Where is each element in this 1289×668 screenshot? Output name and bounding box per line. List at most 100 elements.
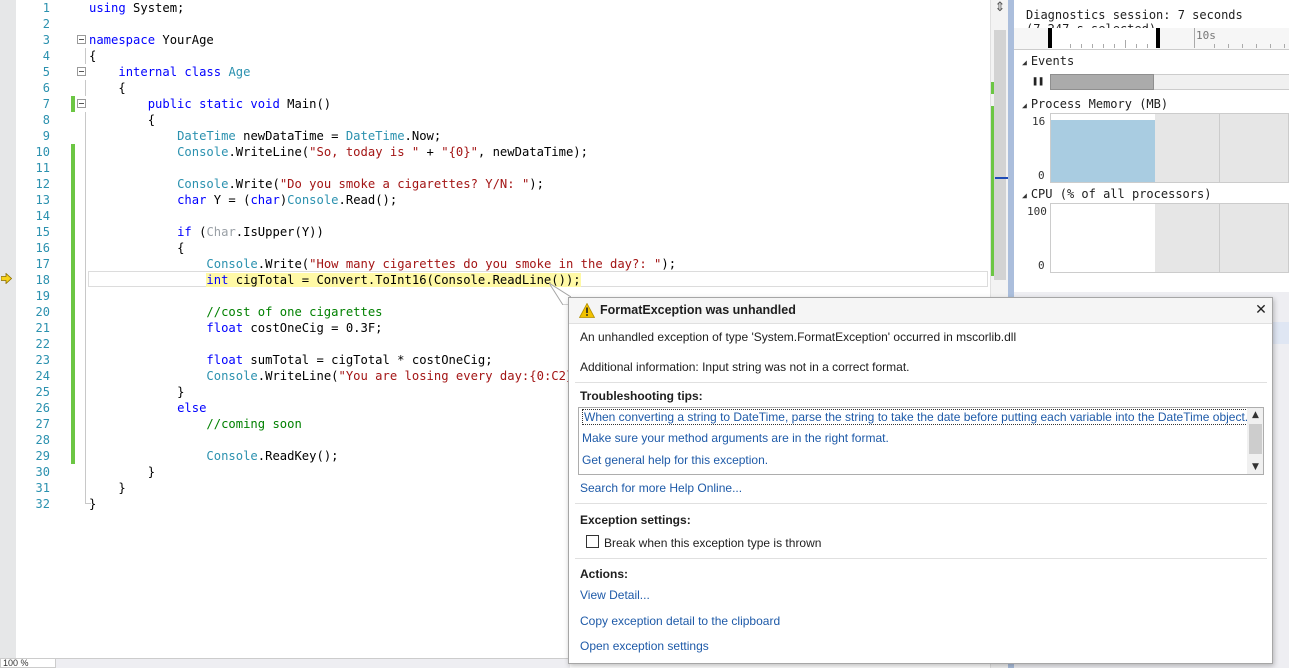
- copy-exception-detail-link[interactable]: Copy exception detail to the clipboard: [580, 614, 780, 628]
- exception-settings-heading: Exception settings:: [580, 513, 691, 527]
- cpu-section-header[interactable]: ◢ CPU (% of all processors): [1022, 187, 1211, 201]
- cpu-axis-min: 0: [1038, 259, 1045, 272]
- change-marker: [71, 240, 75, 256]
- code-line: 14: [0, 208, 990, 224]
- pause-icon[interactable]: ❚❚: [1032, 76, 1044, 87]
- line-number: 12: [35, 177, 50, 191]
- memory-axis-max: 16: [1032, 115, 1046, 128]
- collapse-icon[interactable]: [77, 99, 86, 108]
- memory-section-header[interactable]: ◢ Process Memory (MB): [1022, 97, 1168, 111]
- change-marker: [71, 400, 75, 416]
- troubleshooting-tip-link[interactable]: Get general help for this exception.: [582, 453, 768, 467]
- exception-additional-info: Additional information: Input string was…: [580, 360, 910, 374]
- tips-scroll-thumb[interactable]: [1249, 424, 1262, 454]
- code-line: 17 Console.Write("How many cigarettes do…: [0, 256, 990, 272]
- outline-guide: [85, 432, 86, 448]
- outline-guide: [85, 224, 86, 240]
- events-track-remainder: [1154, 74, 1289, 90]
- code-line: 6 {: [0, 80, 990, 96]
- cpu-label: CPU (% of all processors): [1030, 187, 1212, 201]
- line-number: 25: [35, 385, 50, 399]
- memory-usage-area: [1051, 120, 1155, 182]
- change-marker: [71, 368, 75, 384]
- troubleshooting-tip-link[interactable]: When converting a string to DateTime, pa…: [582, 409, 1251, 425]
- code-text: float sumTotal = cigTotal * costOneCig;: [206, 353, 493, 367]
- change-marker: [71, 448, 75, 464]
- outline-guide: [85, 112, 86, 128]
- timeline-tick: [1114, 44, 1115, 48]
- unselected-range: [1155, 204, 1288, 272]
- diagnostics-timeline-ruler[interactable]: 10s: [1014, 28, 1289, 50]
- timeline-tick: [1228, 44, 1229, 48]
- outline-guide: [85, 304, 86, 320]
- outline-guide: [85, 480, 86, 496]
- troubleshooting-heading: Troubleshooting tips:: [580, 389, 703, 403]
- collapse-triangle-icon: ◢: [1022, 191, 1027, 200]
- collapse-icon[interactable]: [77, 67, 86, 76]
- timeline-tick: [1214, 44, 1215, 48]
- timeline-tick: [1242, 44, 1243, 48]
- change-marker: [71, 288, 75, 304]
- scroll-up-icon[interactable]: ▲: [1247, 408, 1263, 422]
- open-exception-settings-link[interactable]: Open exception settings: [580, 639, 709, 653]
- code-line: 3 namespace YourAge: [0, 32, 990, 48]
- graph-gridline: [1219, 114, 1220, 182]
- break-when-thrown-checkbox[interactable]: [586, 535, 599, 548]
- separator: [575, 382, 1267, 383]
- code-line: 11: [0, 160, 990, 176]
- code-text: Console.Write("Do you smoke a cigarettes…: [177, 177, 544, 191]
- outline-guide: [85, 176, 86, 192]
- troubleshooting-tip-link[interactable]: Make sure your method arguments are in t…: [582, 431, 889, 445]
- cpu-axis-max: 100: [1027, 205, 1047, 218]
- change-marker: [71, 144, 75, 160]
- scroll-down-icon[interactable]: ▼: [1247, 460, 1263, 474]
- outline-guide: [85, 288, 86, 304]
- zoom-level-dropdown[interactable]: 100 %: [0, 658, 56, 668]
- line-number: 17: [35, 257, 50, 271]
- code-text: using System;: [89, 1, 185, 15]
- collapse-icon[interactable]: [77, 35, 86, 44]
- code-text: }: [118, 481, 126, 495]
- change-marker: [71, 432, 75, 448]
- timeline-tick: [1103, 44, 1104, 48]
- search-help-online-link[interactable]: Search for more Help Online...: [580, 481, 742, 495]
- collapse-triangle-icon: ◢: [1022, 101, 1027, 110]
- outline-guide: [85, 320, 86, 336]
- line-number: 8: [42, 113, 50, 127]
- code-line: 5 internal class Age: [0, 64, 990, 80]
- timeline-selection-end-handle[interactable]: [1156, 28, 1160, 48]
- code-line: 4 {: [0, 48, 990, 64]
- view-detail-link[interactable]: View Detail...: [580, 588, 650, 602]
- line-number: 15: [35, 225, 50, 239]
- code-line: 7 public static void Main(): [0, 96, 990, 112]
- code-line: 15 if (Char.IsUpper(Y)): [0, 224, 990, 240]
- scrollbar-thumb[interactable]: [994, 30, 1006, 280]
- code-line: 2: [0, 16, 990, 32]
- line-number: 32: [35, 497, 50, 511]
- split-window-icon[interactable]: ⇕: [993, 1, 1007, 15]
- memory-graph[interactable]: [1050, 113, 1289, 183]
- tips-scrollbar[interactable]: ▲ ▼: [1247, 408, 1263, 474]
- code-text: }: [147, 465, 156, 479]
- timeline-selection-start-handle[interactable]: [1048, 28, 1052, 48]
- code-line: 12 Console.Write("Do you smoke a cigaret…: [0, 176, 990, 192]
- outline-guide: [85, 384, 86, 400]
- change-marker: [71, 176, 75, 192]
- events-track[interactable]: [1050, 74, 1154, 90]
- actions-heading: Actions:: [580, 567, 628, 581]
- line-number: 2: [42, 17, 50, 31]
- code-line: 16 {: [0, 240, 990, 256]
- code-line: 1 using System;: [0, 0, 990, 16]
- events-section-header[interactable]: ◢ Events: [1022, 54, 1074, 68]
- cpu-graph[interactable]: [1050, 203, 1289, 273]
- change-marker: [71, 272, 75, 288]
- outline-guide: [85, 448, 86, 464]
- timeline-selection[interactable]: [1050, 28, 1158, 49]
- outline-guide: [85, 368, 86, 384]
- troubleshooting-tips-list: When converting a string to DateTime, pa…: [578, 407, 1264, 475]
- outline-guide: [85, 416, 86, 432]
- break-when-thrown-label[interactable]: Break when this exception type is thrown: [604, 536, 821, 550]
- close-icon[interactable]: ✕: [1253, 301, 1269, 319]
- memory-label: Process Memory (MB): [1030, 97, 1169, 111]
- line-number: 5: [42, 65, 50, 79]
